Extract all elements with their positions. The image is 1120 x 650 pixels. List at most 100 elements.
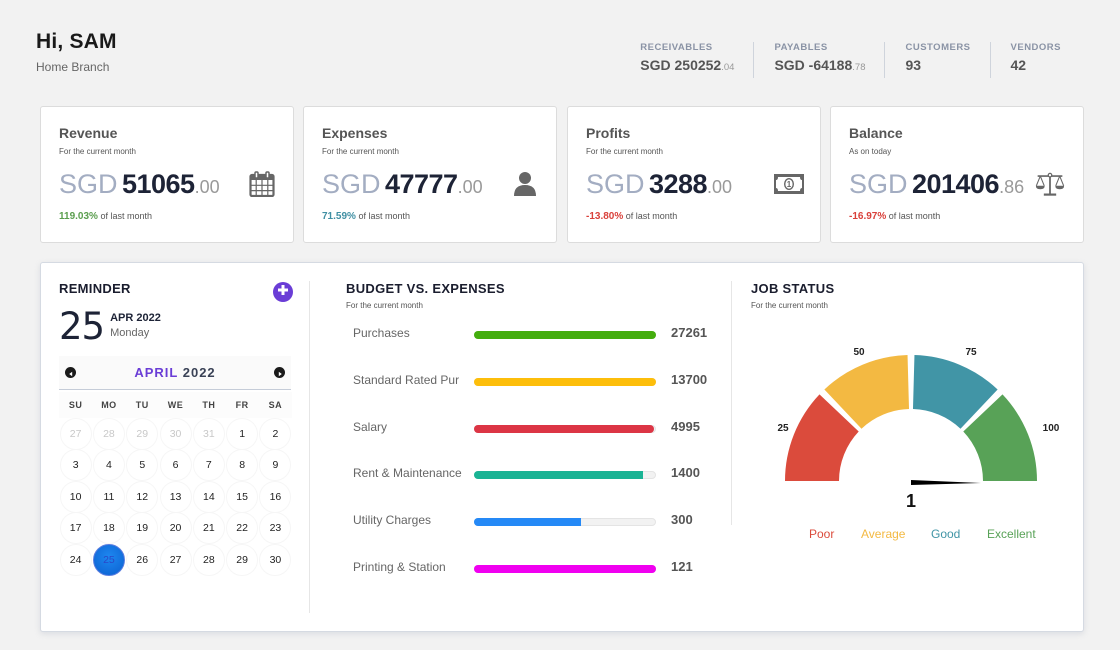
- balance-scale-icon: [1035, 169, 1065, 199]
- budget-subtitle: For the current month: [346, 301, 423, 310]
- card-title: Profits: [586, 125, 631, 141]
- stat-label: PAYABLES: [774, 42, 828, 53]
- budget-label: Printing & Station: [353, 559, 446, 574]
- calendar-day[interactable]: 20: [159, 512, 192, 545]
- currency: SGD: [586, 169, 645, 199]
- budget-row: Printing & Station 121: [346, 552, 716, 599]
- stat-receivables[interactable]: RECEIVABLES SGD 250252.04: [640, 42, 753, 78]
- change-percent: -16.97%: [849, 211, 887, 222]
- calendar-grid: SU MO TU WE TH FR SA 27 28 29 30 31 1 2 3 4 5 6 7 8 9 10 11 12 1…: [59, 392, 293, 576]
- calendar-day[interactable]: 29: [126, 417, 159, 450]
- calendar-day[interactable]: 12: [126, 480, 159, 513]
- stat-value: SGD 250252.04: [640, 57, 734, 73]
- calendar-day[interactable]: 5: [126, 449, 159, 482]
- calendar-day[interactable]: 29: [225, 543, 259, 576]
- calendar-day[interactable]: 28: [92, 417, 126, 450]
- dashboard-panel: REMINDER 25 APR 2022 Monday APRIL 2022 S…: [40, 262, 1084, 632]
- calendar-day[interactable]: 31: [192, 417, 226, 450]
- stat-value-main: 42: [1010, 57, 1027, 73]
- calendar-day[interactable]: 27: [59, 417, 92, 450]
- legend-excellent: Excellent: [987, 527, 1036, 541]
- calendar-day[interactable]: 14: [192, 480, 226, 513]
- calendar-weekday: SU: [59, 392, 93, 418]
- balance-card[interactable]: Balance As on today SGD 201406.86 -16.97…: [830, 106, 1084, 243]
- change-suffix: of last month: [888, 211, 941, 221]
- calendar-next-button[interactable]: [274, 367, 285, 378]
- calendar-weekday: WE: [158, 392, 193, 418]
- calendar-day[interactable]: 27: [159, 543, 192, 576]
- calendar-day-number: 16: [269, 490, 282, 503]
- stat-value-main: SGD -64188: [774, 57, 853, 73]
- calendar-day[interactable]: 30: [259, 543, 292, 576]
- calendar-day[interactable]: 9: [259, 449, 292, 482]
- calendar-day[interactable]: 4: [92, 449, 126, 482]
- stat-customers[interactable]: CUSTOMERS 93: [884, 42, 989, 78]
- legend-good: Good: [931, 527, 961, 541]
- calendar-weekday: TU: [125, 392, 159, 418]
- budget-row: Standard Rated Pur 13700: [346, 365, 716, 412]
- amount-integer: 201406: [911, 169, 1000, 199]
- add-reminder-button[interactable]: [273, 282, 293, 302]
- profits-card[interactable]: Profits For the current month SGD 3288.0…: [567, 106, 821, 243]
- calendar-day-number: 28: [103, 427, 115, 440]
- calendar-day[interactable]: 2: [259, 417, 292, 450]
- calendar-day-number: 20: [169, 522, 182, 535]
- stat-payables[interactable]: PAYABLES SGD -64188.78: [753, 42, 884, 78]
- calendar-day[interactable]: 28: [192, 543, 226, 576]
- revenue-card[interactable]: Revenue For the current month SGD 51065.…: [40, 106, 294, 243]
- calendar-day-number: 6: [172, 459, 179, 472]
- gauge-value: 1: [906, 491, 916, 511]
- calendar-day-number: 12: [136, 490, 149, 503]
- calendar-day-selected[interactable]: 25: [92, 543, 126, 576]
- change-percent: 119.03%: [59, 211, 98, 222]
- legend-average: Average: [861, 527, 906, 541]
- calendar-day[interactable]: 13: [159, 480, 192, 513]
- calendar-day[interactable]: 6: [159, 449, 192, 482]
- calendar-day-number: 11: [103, 490, 115, 503]
- card-change: -13.80% of last month: [586, 211, 677, 222]
- calendar-day[interactable]: 16: [259, 480, 292, 513]
- calendar-prev-button[interactable]: [65, 367, 76, 378]
- calendar-day[interactable]: 22: [225, 512, 259, 545]
- calendar-day[interactable]: 26: [126, 543, 159, 576]
- calendar-day[interactable]: 8: [225, 449, 259, 482]
- calendar-day-number: 3: [72, 459, 79, 472]
- calendar-day[interactable]: 19: [126, 512, 159, 545]
- section-divider: [309, 281, 310, 613]
- card-amount: SGD 51065.00: [59, 169, 220, 200]
- reminder-title: REMINDER: [59, 281, 131, 296]
- calendar-day-number: 17: [69, 522, 82, 535]
- calendar-day-number: 19: [136, 522, 149, 535]
- calendar-day[interactable]: 17: [59, 512, 92, 545]
- gauge-tick-label: 50: [853, 347, 865, 358]
- calendar-month-label: APRIL 2022: [134, 365, 215, 380]
- stat-value: SGD -64188.78: [774, 57, 865, 73]
- calendar-day[interactable]: 10: [59, 480, 92, 513]
- amount-integer: 47777: [384, 169, 458, 199]
- expenses-card[interactable]: Expenses For the current month SGD 47777…: [303, 106, 557, 243]
- calendar-day[interactable]: 11: [92, 480, 126, 513]
- card-title: Revenue: [59, 125, 118, 141]
- card-amount: SGD 3288.00: [586, 169, 732, 200]
- calendar-day[interactable]: 18: [92, 512, 126, 545]
- calendar-day[interactable]: 30: [159, 417, 192, 450]
- calendar-day-number: 10: [69, 490, 82, 503]
- stat-value-main: SGD 250252: [640, 57, 722, 73]
- budget-label: Purchases: [353, 326, 410, 340]
- today-month-year: APR 2022: [110, 312, 161, 324]
- calendar-day-number: 28: [202, 553, 215, 566]
- user-icon: [510, 169, 540, 199]
- section-divider: [731, 281, 732, 525]
- calendar-day[interactable]: 3: [59, 449, 92, 482]
- calendar-day[interactable]: 23: [259, 512, 292, 545]
- job-status-subtitle: For the current month: [751, 301, 828, 310]
- calendar-day[interactable]: 7: [192, 449, 226, 482]
- change-percent: 71.59%: [322, 211, 356, 222]
- currency: SGD: [849, 169, 908, 199]
- calendar-day[interactable]: 21: [192, 512, 226, 545]
- calendar-day[interactable]: 15: [225, 480, 259, 513]
- calendar-day[interactable]: 24: [59, 543, 92, 576]
- calendar-day[interactable]: 1: [225, 417, 259, 450]
- card-title: Expenses: [322, 125, 388, 141]
- stat-vendors[interactable]: VENDORS 42: [989, 42, 1080, 78]
